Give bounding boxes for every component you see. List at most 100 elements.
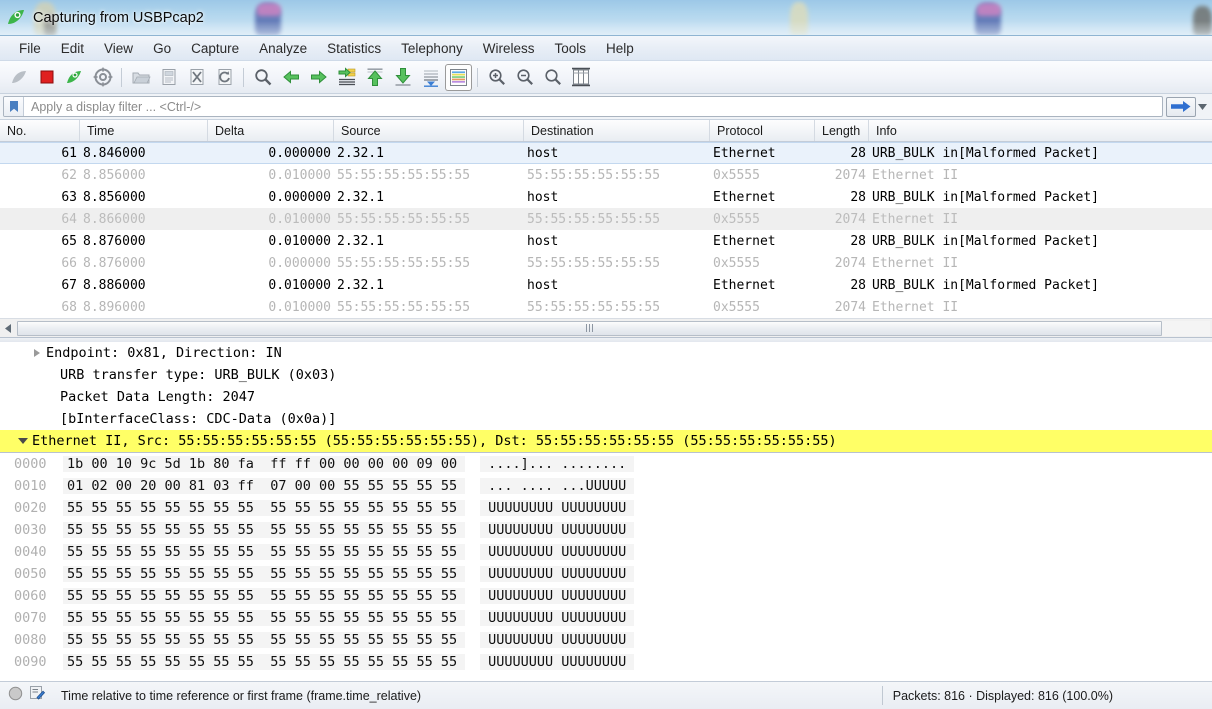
hscroll-track[interactable] [17, 321, 1210, 336]
menu-view[interactable]: View [94, 38, 143, 59]
menu-tools[interactable]: Tools [544, 38, 596, 59]
column-header-delta[interactable]: Delta [208, 120, 334, 141]
hex-row[interactable]: 007055 55 55 55 55 55 55 55 55 55 55 55 … [0, 607, 1212, 629]
hex-ascii: UUUUUUUU UUUUUUUU [480, 522, 634, 538]
packet-row[interactable]: 638.8560000.0000002.32.1hostEthernet28UR… [0, 186, 1212, 208]
column-header-no[interactable]: No. [0, 120, 80, 141]
toolbar-separator [121, 68, 122, 87]
save-file-icon[interactable] [155, 64, 182, 91]
go-back-icon[interactable] [277, 64, 304, 91]
zoom-in-icon[interactable] [483, 64, 510, 91]
hex-bytes: 55 55 55 55 55 55 55 55 55 55 55 55 55 5… [63, 544, 465, 560]
packet-cell-source: 55:55:55:55:55:55 [334, 256, 524, 271]
packet-cell-source: 55:55:55:55:55:55 [334, 168, 524, 183]
hex-ascii: ... .... ...UUUUU [480, 478, 634, 494]
packet-row[interactable]: 688.8960000.01000055:55:55:55:55:5555:55… [0, 296, 1212, 318]
packet-cell-delta: 0.000000 [208, 146, 334, 161]
packet-cell-no: 63 [0, 190, 80, 205]
apply-filter-arrow-icon[interactable] [1166, 97, 1196, 117]
packet-cell-no: 61 [0, 146, 80, 161]
window-title: Capturing from USBPcap2 [33, 10, 204, 26]
filter-input-container[interactable]: Apply a display filter ... <Ctrl-/> [3, 96, 1163, 117]
hex-row[interactable]: 009055 55 55 55 55 55 55 55 55 55 55 55 … [0, 651, 1212, 673]
hex-row[interactable]: 008055 55 55 55 55 55 55 55 55 55 55 55 … [0, 629, 1212, 651]
stop-capture-icon[interactable] [33, 64, 60, 91]
close-file-icon[interactable] [183, 64, 210, 91]
column-header-protocol[interactable]: Protocol [710, 120, 815, 141]
menu-help[interactable]: Help [596, 38, 644, 59]
packet-row[interactable]: 648.8660000.01000055:55:55:55:55:5555:55… [0, 208, 1212, 230]
menu-capture[interactable]: Capture [181, 38, 249, 59]
packet-row[interactable]: 668.8760000.00000055:55:55:55:55:5555:55… [0, 252, 1212, 274]
packet-row[interactable]: 628.8560000.01000055:55:55:55:55:5555:55… [0, 164, 1212, 186]
bookmark-icon[interactable] [4, 97, 24, 116]
hex-row[interactable]: 005055 55 55 55 55 55 55 55 55 55 55 55 … [0, 563, 1212, 585]
packet-bytes-pane: 00001b 00 10 9c 5d 1b 80 fa ff ff 00 00 … [0, 453, 1212, 673]
packet-cell-time: 8.856000 [80, 168, 208, 183]
packet-details-pane: Endpoint: 0x81, Direction: INURB transfe… [0, 342, 1212, 453]
column-header-destination[interactable]: Destination [524, 120, 710, 141]
hex-offset: 0020 [0, 500, 63, 516]
menu-go[interactable]: Go [143, 38, 181, 59]
detail-row[interactable]: Packet Data Length: 2047 [0, 386, 1212, 408]
colorize-packets-icon[interactable] [445, 64, 472, 91]
expert-info-circle-icon[interactable] [8, 686, 23, 706]
detail-row[interactable]: [bInterfaceClass: CDC-Data (0x0a)] [0, 408, 1212, 430]
hex-row[interactable]: 006055 55 55 55 55 55 55 55 55 55 55 55 … [0, 585, 1212, 607]
normal-size-icon[interactable] [539, 64, 566, 91]
find-packet-icon[interactable] [249, 64, 276, 91]
packet-cell-no: 68 [0, 300, 80, 315]
capture-comment-icon[interactable] [29, 685, 45, 706]
packet-row[interactable]: 658.8760000.0100002.32.1hostEthernet28UR… [0, 230, 1212, 252]
hscroll-thumb[interactable] [17, 321, 1162, 336]
open-file-icon[interactable] [127, 64, 154, 91]
packet-cell-delta: 0.010000 [208, 300, 334, 315]
menu-statistics[interactable]: Statistics [317, 38, 391, 59]
packet-cell-no: 64 [0, 212, 80, 227]
filter-input[interactable]: Apply a display filter ... <Ctrl-/> [24, 100, 201, 114]
reload-file-icon[interactable] [211, 64, 238, 91]
packet-cell-destination: 55:55:55:55:55:55 [524, 168, 710, 183]
go-to-first-packet-icon[interactable] [361, 64, 388, 91]
detail-row-label: Packet Data Length: 2047 [60, 389, 255, 405]
column-header-source[interactable]: Source [334, 120, 524, 141]
menu-edit[interactable]: Edit [51, 38, 94, 59]
scroll-left-icon[interactable] [0, 320, 17, 337]
column-header-length[interactable]: Length [815, 120, 869, 141]
resize-columns-icon[interactable] [567, 64, 594, 91]
packet-cell-length: 2074 [815, 256, 869, 271]
go-to-last-packet-icon[interactable] [389, 64, 416, 91]
hex-row[interactable]: 001001 02 00 20 00 81 03 ff 07 00 00 55 … [0, 475, 1212, 497]
detail-row[interactable]: URB transfer type: URB_BULK (0x03) [0, 364, 1212, 386]
packet-cell-protocol: Ethernet [710, 234, 815, 249]
hex-row[interactable]: 003055 55 55 55 55 55 55 55 55 55 55 55 … [0, 519, 1212, 541]
menu-analyze[interactable]: Analyze [249, 38, 317, 59]
packet-cell-length: 28 [815, 278, 869, 293]
menu-wireless[interactable]: Wireless [473, 38, 545, 59]
restart-capture-icon[interactable] [61, 64, 88, 91]
auto-scroll-icon[interactable] [417, 64, 444, 91]
hex-row[interactable]: 00001b 00 10 9c 5d 1b 80 fa ff ff 00 00 … [0, 453, 1212, 475]
start-capture-icon[interactable] [5, 64, 32, 91]
hex-row[interactable]: 004055 55 55 55 55 55 55 55 55 55 55 55 … [0, 541, 1212, 563]
column-header-time[interactable]: Time [80, 120, 208, 141]
packet-row[interactable]: 678.8860000.0100002.32.1hostEthernet28UR… [0, 274, 1212, 296]
packet-row[interactable]: 618.8460000.0000002.32.1hostEthernet28UR… [0, 142, 1212, 164]
menu-file[interactable]: File [9, 38, 51, 59]
packet-cell-info: Ethernet II [869, 212, 1212, 227]
column-header-info[interactable]: Info [869, 120, 1212, 141]
capture-options-icon[interactable] [89, 64, 116, 91]
zoom-out-icon[interactable] [511, 64, 538, 91]
tree-expand-triangle-icon[interactable] [28, 349, 46, 357]
packet-list-hscrollbar[interactable] [0, 318, 1212, 337]
detail-row[interactable]: Ethernet II, Src: 55:55:55:55:55:55 (55:… [0, 430, 1212, 452]
detail-row[interactable]: Endpoint: 0x81, Direction: IN [0, 342, 1212, 364]
tree-collapse-triangle-icon[interactable] [14, 438, 32, 444]
hex-row[interactable]: 002055 55 55 55 55 55 55 55 55 55 55 55 … [0, 497, 1212, 519]
packet-cell-protocol: Ethernet [710, 146, 815, 161]
go-forward-icon[interactable] [305, 64, 332, 91]
chevron-down-icon[interactable] [1196, 104, 1209, 110]
go-to-packet-icon[interactable] [333, 64, 360, 91]
menu-telephony[interactable]: Telephony [391, 38, 473, 59]
hex-ascii: UUUUUUUU UUUUUUUU [480, 566, 634, 582]
